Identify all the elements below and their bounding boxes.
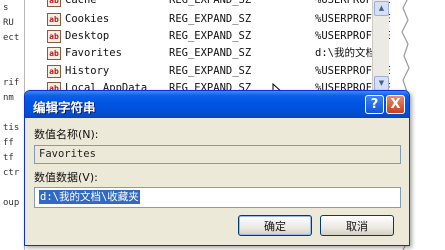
dialog-titlebar[interactable]: 编辑字符串 ? X (25, 91, 409, 118)
cancel-button[interactable]: 取消 (320, 215, 394, 236)
value-type: REG_EXPAND_SZ (169, 0, 252, 6)
value-name: Desktop (65, 30, 110, 42)
value-data-label: 数值数据(V): (34, 171, 98, 184)
tree-line (0, 61, 24, 76)
close-icon[interactable]: X (386, 95, 405, 114)
value-row[interactable]: ab History REG_EXPAND_SZ %USERPROFILE (47, 63, 390, 80)
value-name-label: 数值名称(N): (34, 128, 99, 141)
tree-line (0, 106, 24, 121)
tree-line (0, 181, 24, 196)
string-value-icon: ab (47, 0, 61, 7)
value-name: History (65, 65, 110, 77)
tree-line: ect (3, 33, 20, 43)
registry-tree-pane[interactable]: s RU ect rif nm tis ff tf ctr oup (0, 0, 25, 250)
value-type: REG_EXPAND_SZ (169, 65, 252, 77)
help-icon[interactable]: ? (365, 95, 384, 114)
dialog-title: 编辑字符串 (33, 100, 96, 115)
value-row[interactable]: ab Desktop REG_EXPAND_SZ %USERPROFILE (47, 28, 390, 45)
value-name: Favorites (65, 47, 122, 59)
string-value-icon: ab (47, 65, 61, 78)
tree-line: tis (3, 123, 20, 133)
value-row[interactable]: ab Cache REG_EXPAND_SZ %USERPROFILE (47, 0, 390, 9)
tree-line (0, 46, 24, 61)
value-type: REG_EXPAND_SZ (169, 13, 252, 25)
tree-line: oup (3, 198, 20, 208)
string-value-icon: ab (47, 47, 61, 60)
value-name-field: Favorites (34, 145, 401, 164)
tree-line: s (3, 3, 9, 13)
value-row[interactable]: ab Favorites REG_EXPAND_SZ d:\我的文档\ (47, 45, 387, 62)
string-value-icon: ab (47, 30, 61, 43)
tree-line: ff (3, 138, 14, 148)
value-type: REG_EXPAND_SZ (169, 47, 252, 59)
tree-line: ctr (3, 168, 20, 178)
tree-line: RU (3, 18, 14, 28)
string-value-icon: ab (47, 13, 61, 26)
value-data-input[interactable]: d:\我的文档\收藏夹 (34, 187, 401, 208)
ok-button[interactable]: 确定 (238, 215, 312, 236)
value-name: Cookies (65, 13, 110, 25)
value-row[interactable]: ab Cookies REG_EXPAND_SZ %USERPROFILE (47, 11, 390, 28)
value-type: REG_EXPAND_SZ (169, 30, 252, 42)
tree-line: rif (3, 78, 20, 88)
tree-line: nm (3, 93, 14, 103)
tree-line: tf (3, 153, 14, 163)
edit-string-dialog: 编辑字符串 ? X 数值名称(N): Favorites 数值数据(V): d:… (24, 90, 410, 246)
value-name: Cache (65, 0, 97, 6)
value-data-selection: d:\我的文档\收藏夹 (39, 190, 140, 204)
